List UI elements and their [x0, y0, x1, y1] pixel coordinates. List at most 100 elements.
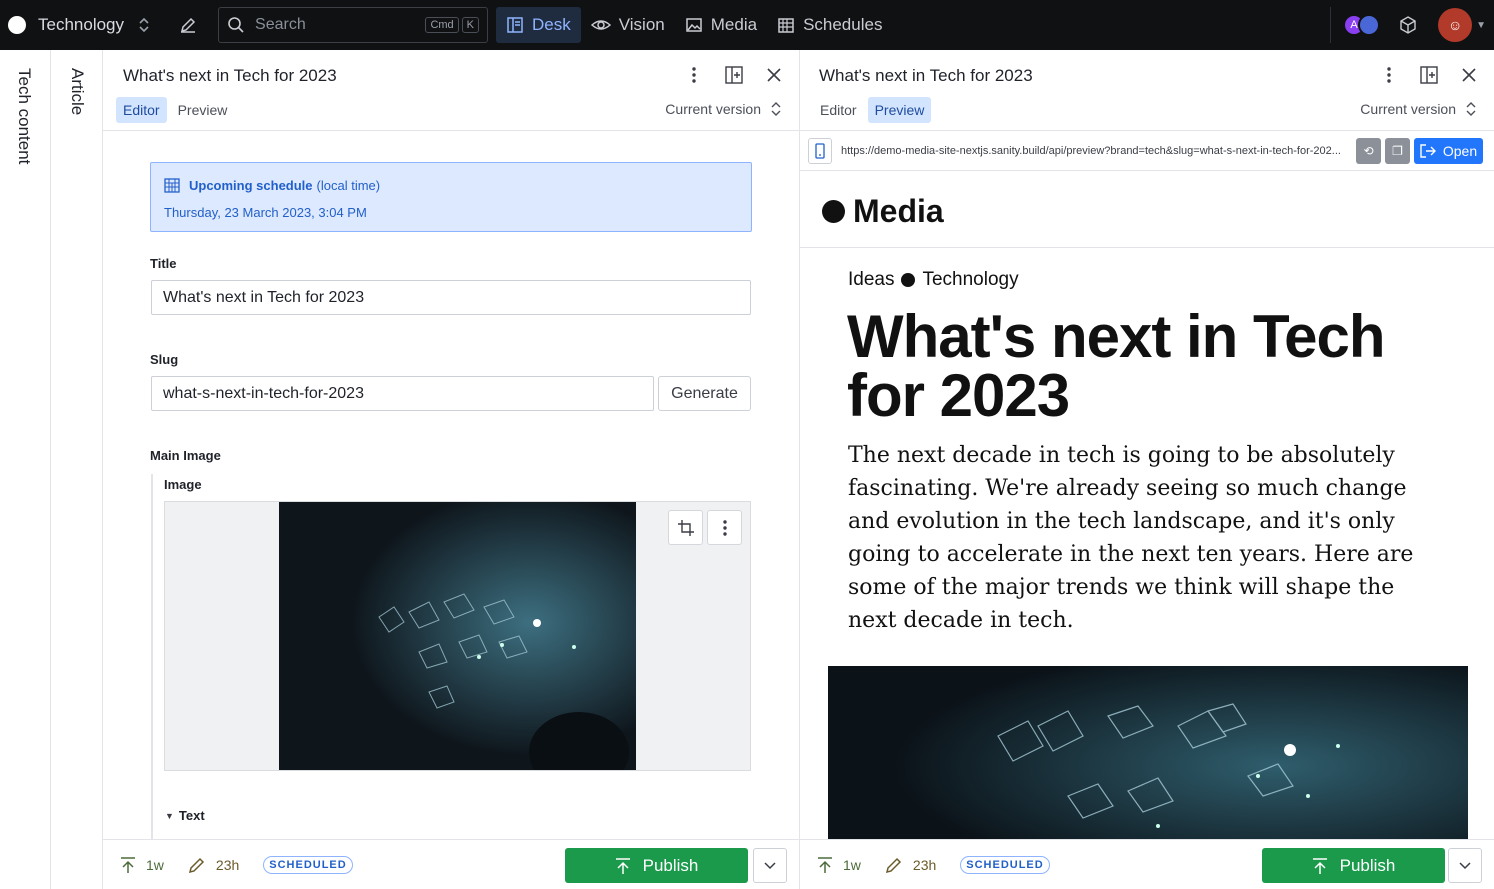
slug-field[interactable]: what-s-next-in-tech-for-2023 — [151, 376, 654, 411]
crumb-separator — [901, 273, 916, 287]
slug-label: Slug — [150, 352, 179, 367]
version-label: Current version — [665, 101, 761, 117]
nav-schedules-label: Schedules — [803, 15, 883, 34]
pane-actions — [1380, 64, 1478, 86]
publish-menu-button[interactable] — [753, 848, 787, 883]
more-icon[interactable] — [1380, 64, 1398, 86]
edited-status[interactable]: 23h — [188, 856, 239, 874]
caret-down-icon: ▼ — [165, 810, 174, 821]
version-select[interactable]: Current version — [1360, 101, 1476, 117]
nav-vision-label: Vision — [618, 15, 665, 34]
search-icon — [228, 17, 244, 33]
kbd-cmd: Cmd — [425, 17, 459, 33]
mobile-device-icon[interactable] — [808, 137, 832, 164]
tab-preview[interactable]: Preview — [171, 97, 235, 123]
pane-article[interactable]: Article — [51, 50, 103, 889]
publish-button[interactable]: Publish — [565, 848, 748, 883]
image-field[interactable] — [164, 501, 751, 771]
crumb-ideas[interactable]: Ideas — [848, 269, 894, 291]
publish-icon — [615, 857, 630, 874]
eye-icon — [590, 20, 611, 30]
pane-header: What's next in Tech for 2023 Editor Prev… — [103, 50, 799, 131]
search-input[interactable]: Search Cmd K — [218, 7, 489, 43]
schedule-date: Thursday, 23 March 2023, 3:04 PM — [164, 205, 367, 220]
nav-desk-label: Desk — [532, 15, 571, 34]
version-select[interactable]: Current version — [665, 101, 781, 117]
tab-editor[interactable]: Editor — [813, 97, 864, 123]
close-icon[interactable] — [765, 64, 783, 86]
editor-pane: What's next in Tech for 2023 Editor Prev… — [103, 50, 800, 889]
more-icon[interactable] — [707, 510, 742, 545]
title-field[interactable]: What's next in Tech for 2023 — [151, 280, 751, 315]
preview-url[interactable]: https://demo-media-site-nextjs.sanity.bu… — [841, 145, 1352, 157]
desk-icon — [507, 17, 523, 33]
pane-tech-content[interactable]: Tech content — [0, 50, 51, 889]
more-icon[interactable] — [685, 64, 703, 86]
brand-dot — [822, 200, 845, 223]
schedule-heading: Upcoming schedule (local time) — [164, 177, 380, 193]
view-tabs: Editor Preview — [813, 97, 932, 123]
pane-tech-content-label: Tech content — [15, 68, 34, 165]
external-link-icon — [1420, 143, 1436, 158]
publish-arrow-icon — [818, 856, 832, 873]
edited-ago: 23h — [912, 856, 937, 873]
compose-button[interactable] — [174, 7, 210, 43]
workspace-name[interactable]: Technology — [38, 15, 124, 35]
tab-preview[interactable]: Preview — [867, 97, 932, 123]
crop-icon[interactable] — [668, 510, 703, 545]
nav-media-label: Media — [710, 15, 758, 34]
document-title: What's next in Tech for 2023 — [819, 66, 1033, 85]
tab-editor[interactable]: Editor — [116, 97, 167, 123]
user-avatar[interactable]: ☺ — [1438, 8, 1473, 42]
nav-vision[interactable]: Vision — [581, 7, 675, 43]
published-status[interactable]: 1w — [817, 856, 861, 874]
published-status[interactable]: 1w — [120, 856, 164, 874]
publish-menu-button[interactable] — [1448, 848, 1482, 883]
article-breadcrumb: Ideas Technology — [848, 269, 1019, 291]
search-placeholder: Search — [255, 16, 306, 33]
chevron-down-icon — [1459, 861, 1471, 869]
pane-actions — [685, 64, 783, 86]
publish-button[interactable]: Publish — [1262, 848, 1445, 883]
document-form: Upcoming schedule (local time) Thursday,… — [103, 131, 800, 839]
nav-desk[interactable]: Desk — [496, 7, 581, 43]
edited-status[interactable]: 23h — [885, 856, 936, 874]
site-logo[interactable]: Media — [822, 193, 944, 230]
document-title: What's next in Tech for 2023 — [123, 66, 337, 85]
schedule-label: Upcoming schedule — [189, 177, 313, 193]
split-pane-icon[interactable] — [725, 64, 743, 86]
status-badge: SCHEDULED — [960, 855, 1050, 874]
text-fieldset-toggle[interactable]: ▼ Text — [165, 808, 205, 823]
open-button[interactable]: Open — [1414, 137, 1483, 164]
split-pane-icon[interactable] — [1420, 64, 1438, 86]
published-ago: 1w — [146, 856, 164, 873]
image-label: Image — [164, 477, 202, 492]
calendar-icon — [164, 178, 180, 193]
top-navbar: Technology Search Cmd K Desk Vision Medi… — [0, 0, 1494, 50]
search-shortcut: Cmd K — [425, 17, 480, 33]
kbd-k: K — [461, 17, 480, 33]
reload-icon[interactable]: ⟲ — [1356, 137, 1381, 164]
schedule-banner[interactable]: Upcoming schedule (local time) Thursday,… — [150, 162, 752, 232]
nav-schedules[interactable]: Schedules — [767, 7, 892, 43]
generate-button[interactable]: Generate — [658, 376, 751, 411]
presence-avatar-2[interactable] — [1358, 14, 1381, 36]
status-badge: SCHEDULED — [263, 855, 353, 874]
schedule-sub: (local time) — [316, 177, 381, 193]
pencil-icon — [885, 857, 901, 873]
workspace-logo[interactable] — [8, 16, 26, 34]
chevron-up-down-icon — [1466, 102, 1476, 116]
workspace-switch-chevron-icon[interactable] — [138, 16, 150, 34]
open-label: Open — [1442, 142, 1478, 159]
crumb-technology[interactable]: Technology — [922, 269, 1018, 291]
close-icon[interactable] — [1460, 64, 1478, 86]
nav-media[interactable]: Media — [675, 7, 767, 43]
chevron-down-icon[interactable]: ▼ — [1476, 20, 1486, 31]
package-icon[interactable] — [1398, 15, 1418, 35]
document-footer: 1w 23h SCHEDULED Publish — [800, 839, 1494, 889]
article-headline: What's next in Tech for 2023 — [847, 303, 1386, 429]
publish-label: Publish — [1339, 855, 1396, 875]
copy-icon[interactable]: ❐ — [1385, 137, 1410, 164]
brand-name: Media — [853, 193, 944, 229]
publish-arrow-icon — [121, 856, 135, 873]
